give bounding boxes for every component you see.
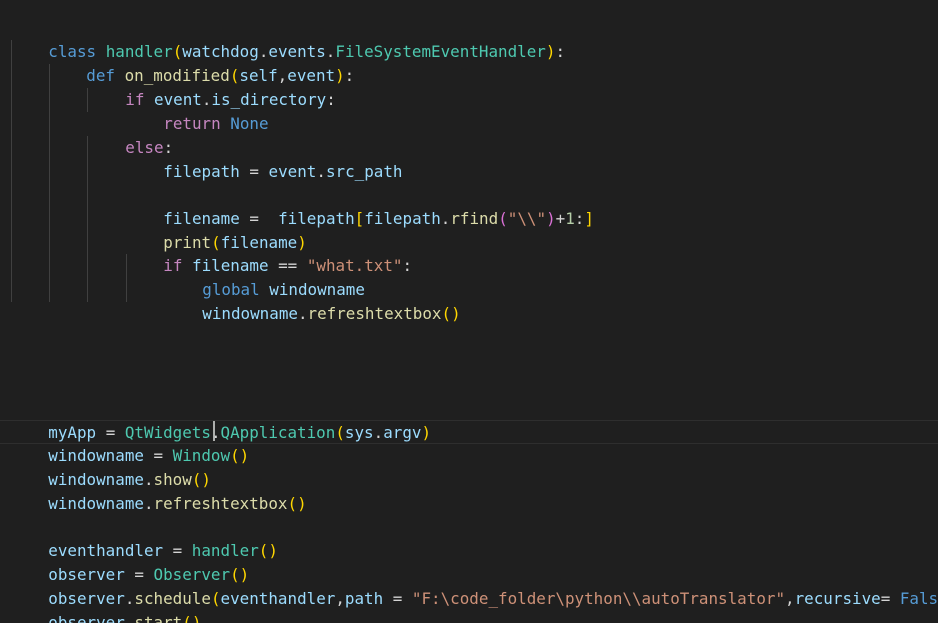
operator: =	[383, 589, 412, 608]
function-name: rfind	[450, 209, 499, 228]
code-line[interactable]: def on_modified(self,event):	[48, 40, 354, 85]
paren-close: )	[297, 494, 307, 513]
number-literal: 1	[565, 209, 575, 228]
constant-false: False	[899, 589, 938, 608]
bracket-close: ]	[584, 209, 594, 228]
paren-close: )	[191, 613, 202, 623]
variable: event	[268, 162, 317, 181]
paren-close: )	[451, 304, 461, 323]
code-line[interactable]: observer.start()	[10, 587, 201, 623]
code-line[interactable]: eventhandler = handler()	[10, 515, 278, 560]
colon: :	[344, 66, 355, 85]
operator: +	[555, 209, 566, 228]
string-literal: "F:\code_folder\python\\autoTranslator"	[411, 589, 786, 608]
code-line[interactable]: windowname.show()	[10, 444, 211, 489]
code-line[interactable]: myApp = QtWidgets.QApplication(sys.argv)	[10, 397, 431, 442]
code-line[interactable]: windowname.refreshtextbox()	[164, 278, 460, 323]
paren-open: (	[498, 209, 508, 228]
code-line[interactable]: else:	[87, 112, 173, 157]
code-line[interactable]: observer.schedule(eventhandler,path = "F…	[10, 563, 938, 608]
paren-open: (	[441, 304, 452, 323]
param: path	[344, 589, 384, 608]
variable: windowname	[202, 304, 298, 323]
module-name: sys	[344, 423, 374, 442]
code-editor[interactable]: class handler(watchdog.events.FileSystem…	[0, 0, 938, 623]
variable: windowname	[48, 494, 144, 513]
function-name: start	[134, 613, 183, 623]
code-line[interactable]: if filename == "what.txt":	[125, 230, 412, 275]
code-line[interactable]: windowname.refreshtextbox()	[10, 468, 306, 513]
colon: :	[326, 90, 336, 109]
dot: .	[373, 423, 384, 442]
paren-open: (	[210, 589, 221, 608]
variable: filepath	[163, 162, 240, 181]
code-line[interactable]: windowname = Window()	[10, 420, 249, 465]
paren-open: (	[230, 446, 240, 465]
comma: ,	[335, 589, 345, 608]
code-line[interactable]: global windowname	[164, 254, 365, 299]
code-line[interactable]: filename = filepath[filepath.rfind("\\")…	[125, 183, 594, 228]
function-name: refreshtextbox	[307, 304, 442, 323]
paren-close: )	[268, 541, 278, 560]
string-literal: "\\"	[507, 209, 547, 228]
code-line[interactable]: class handler(watchdog.events.FileSystem…	[10, 16, 565, 61]
operator: =	[880, 589, 900, 608]
param: recursive	[794, 589, 881, 608]
bracket-open: [	[354, 209, 365, 228]
paren-close: )	[546, 209, 556, 228]
colon: :	[402, 256, 413, 275]
attribute: src_path	[325, 162, 403, 181]
dot: .	[143, 494, 154, 513]
code-line[interactable]: filepath = event.src_path	[125, 136, 402, 181]
paren-open: (	[258, 541, 269, 560]
attribute: argv	[383, 423, 422, 442]
dot: .	[124, 613, 135, 623]
dot: .	[316, 162, 326, 181]
paren-open: (	[287, 494, 298, 513]
code-line[interactable]: if event.is_directory:	[87, 64, 336, 109]
code-line[interactable]: print(filename)	[125, 207, 307, 252]
paren-close: )	[239, 446, 250, 465]
variable: filepath	[364, 209, 441, 228]
dot: .	[297, 304, 308, 323]
code-line[interactable]: observer = Observer()	[10, 539, 249, 584]
comma: ,	[785, 589, 795, 608]
base-class-name: FileSystemEventHandler	[335, 42, 546, 61]
variable: observer	[48, 613, 125, 623]
variable: eventhandler	[220, 589, 336, 608]
function-name: refreshtextbox	[153, 494, 288, 513]
code-line[interactable]: return None	[125, 88, 268, 133]
paren-close: )	[421, 423, 432, 442]
colon: :	[555, 42, 566, 61]
colon: :	[574, 209, 585, 228]
paren-open: (	[335, 423, 345, 442]
dot: .	[440, 209, 451, 228]
paren-open: (	[182, 613, 192, 623]
paren-close: )	[545, 42, 556, 61]
constant-none: None	[230, 114, 269, 133]
paren-close: )	[335, 66, 345, 85]
operator: =	[239, 162, 269, 181]
